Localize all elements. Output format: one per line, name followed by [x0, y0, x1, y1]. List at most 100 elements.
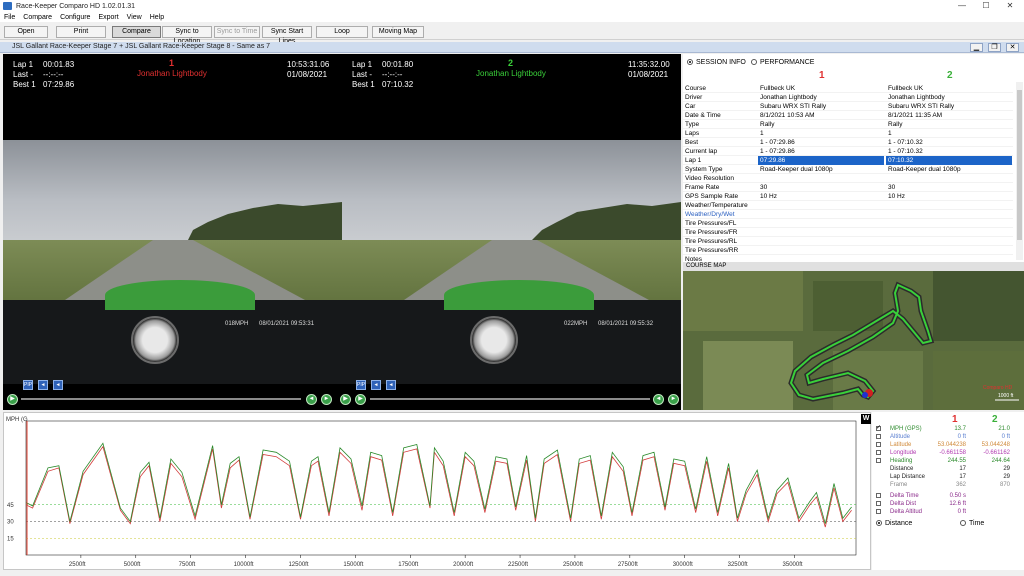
session-row-value-1: 8/1/2021 10:53 AM: [760, 112, 815, 119]
channel-checkbox[interactable]: [876, 501, 881, 506]
play-button-1[interactable]: ▶: [7, 394, 18, 405]
data-channel-row[interactable]: Frame 362 870: [872, 481, 1024, 489]
play-button-2[interactable]: ▶: [355, 394, 366, 405]
session-row[interactable]: Weather/Dry/Wet: [683, 210, 1013, 219]
data-channel-row[interactable]: Lap Distance 17 29: [872, 473, 1024, 481]
doc-restore-button[interactable]: ❐: [988, 43, 1001, 52]
session-row[interactable]: Current lap 1 - 07:29.86 1 - 07:10.32: [683, 147, 1013, 156]
session-row[interactable]: Tire Pressures/RR: [683, 246, 1013, 255]
session-row[interactable]: Car Subaru WRX STI Rally Subaru WRX STI Ra…: [683, 102, 1013, 111]
session-row[interactable]: Lap 1 07:29.86 07:10.32: [683, 156, 1013, 165]
channel-checkbox[interactable]: [876, 442, 881, 447]
car-marker-2: [862, 392, 868, 398]
channel-name: Longitude: [890, 450, 917, 456]
channel-checkbox[interactable]: [876, 450, 881, 455]
session-row[interactable]: System Type Road-Keeper dual 1080p Road-Ke…: [683, 165, 1013, 174]
data-channel-row[interactable]: Altitude 0 ft 0 ft: [872, 433, 1024, 441]
data-channel-row[interactable]: Longitude -0.661158 -0.661162: [872, 449, 1024, 457]
session-row[interactable]: Best 1 - 07:29.86 1 - 07:10.32: [683, 138, 1013, 147]
x-tick-label: 15000ft: [343, 562, 363, 568]
data-channel-row[interactable]: Heading 244.55 244.64: [872, 457, 1024, 465]
radio-performance[interactable]: PERFORMANCE: [751, 59, 814, 66]
moving-map-button[interactable]: Moving Map: [372, 26, 424, 38]
print-button[interactable]: Print: [56, 26, 106, 38]
doc-close-button[interactable]: ✕: [1006, 43, 1019, 52]
session-row-value-2: Road-Keeper dual 1080p: [888, 166, 961, 173]
play-both-button[interactable]: ▶: [340, 394, 351, 405]
timeline-slider-2[interactable]: [370, 398, 650, 400]
timeline-slider-1[interactable]: [21, 398, 301, 400]
channel-value-1: 13.7: [954, 426, 966, 432]
channel-checkbox[interactable]: [876, 434, 881, 439]
pip-icon-2[interactable]: PIP: [356, 380, 366, 390]
radio-distance[interactable]: Distance: [876, 520, 912, 527]
data-channel-row[interactable]: MPH (GPS) 13.7 21.0: [872, 424, 1024, 433]
audio-icon-2b[interactable]: ◄: [386, 380, 396, 390]
session-row[interactable]: GPS Sample Rate 10 Hz 10 Hz: [683, 192, 1013, 201]
menu-export[interactable]: Export: [98, 14, 118, 21]
data-channel-row[interactable]: Delta Dist 12.6 ft: [872, 500, 1024, 508]
step-forward-button-1[interactable]: ►: [321, 394, 332, 405]
data-channel-row[interactable]: Delta Altitud 0 ft: [872, 508, 1024, 516]
course-map[interactable]: Comparo HD 1000 ft: [683, 271, 1024, 410]
audio-icon-2[interactable]: ◄: [371, 380, 381, 390]
session-row[interactable]: Course Fullbeck UK Fullbeck UK: [683, 84, 1013, 93]
channel-checkbox[interactable]: [876, 458, 881, 463]
data-channel-row[interactable]: Latitude 53.044238 53.044248: [872, 441, 1024, 449]
menu-view[interactable]: View: [127, 14, 142, 21]
menu-configure[interactable]: Configure: [60, 14, 90, 21]
session-row-key: GPS Sample Rate: [685, 193, 739, 200]
session-row[interactable]: Video Resolution: [683, 174, 1013, 183]
camera-view-1: 018MPH 08/01/2021 09:53:31: [3, 140, 342, 384]
compare-button[interactable]: Compare: [112, 26, 161, 38]
w-button[interactable]: W: [861, 414, 871, 424]
session-row-key: System Type: [685, 166, 723, 173]
telemetry-chart[interactable]: 15 30 45 2500ft 5000ft 7500ft 10000ft 12500ft 15…: [4, 413, 870, 569]
sync-location-button[interactable]: Sync to Location: [162, 26, 212, 45]
session-row-key: Tire Pressures/FR: [685, 229, 738, 236]
session-row-key: Type: [685, 121, 700, 128]
sync-start-lines-button[interactable]: Sync Start Lines: [262, 26, 312, 45]
session-row[interactable]: Type Rally Rally: [683, 120, 1013, 129]
channel-name: Delta Dist: [890, 501, 917, 507]
clock-time-2: 11:35:32.00: [628, 60, 670, 69]
pip-icon-1[interactable]: PIP: [23, 380, 33, 390]
step-forward-button-2[interactable]: ►: [668, 394, 679, 405]
close-button[interactable]: ✕: [998, 0, 1022, 12]
menu-help[interactable]: Help: [150, 14, 164, 21]
session-row[interactable]: Date & Time 8/1/2021 10:53 AM 8/1/2021 11:…: [683, 111, 1013, 120]
session-row[interactable]: Driver Jonathan Lightbody Jonathan Lightbo…: [683, 93, 1013, 102]
session-row[interactable]: Tire Pressures/FR: [683, 228, 1013, 237]
session-row[interactable]: Tire Pressures/RL: [683, 237, 1013, 246]
radio-session-info[interactable]: SESSION INFO: [687, 59, 746, 66]
doc-minimize-button[interactable]: ▁: [970, 43, 983, 52]
session-row[interactable]: Tire Pressures/FL: [683, 219, 1013, 228]
session-row[interactable]: Laps 1 1: [683, 129, 1013, 138]
channel-checkbox[interactable]: [876, 509, 881, 514]
step-back-button-2[interactable]: ◄: [653, 394, 664, 405]
channel-value-1: 0 ft: [957, 509, 966, 515]
open-button[interactable]: Open: [4, 26, 48, 38]
audio-icon-1b[interactable]: ◄: [53, 380, 63, 390]
course-map-panel: COURSE MAP Comparo HD 1000 ft: [683, 262, 1024, 410]
data-channel-row[interactable]: Distance 17 29: [872, 465, 1024, 473]
channel-checkbox[interactable]: [876, 424, 881, 432]
minimize-button[interactable]: —: [950, 0, 974, 12]
channel-checkbox[interactable]: [876, 493, 881, 498]
data-channel-row[interactable]: Delta Time 0.50 s: [872, 492, 1024, 500]
step-back-button-1[interactable]: ◄: [306, 394, 317, 405]
audio-icon-1[interactable]: ◄: [38, 380, 48, 390]
session-row[interactable]: Frame Rate 30 30: [683, 183, 1013, 192]
channel-name: Lap Distance: [890, 474, 926, 480]
session-row-value-1: 1: [760, 130, 764, 137]
radio-time[interactable]: Time: [960, 520, 984, 527]
menu-file[interactable]: File: [4, 14, 15, 21]
loop-button[interactable]: Loop: [316, 26, 368, 38]
session-row[interactable]: Weather/Temperature: [683, 201, 1013, 210]
channel-value-1: 0.50 s: [949, 493, 966, 499]
cam-overlay-date-2: 08/01/2021 09:55:32: [598, 321, 654, 327]
menu-compare[interactable]: Compare: [23, 14, 52, 21]
sync-time-button[interactable]: Sync to Time: [214, 26, 260, 38]
maximize-button[interactable]: ☐: [974, 0, 998, 12]
session-scrollbar[interactable]: [1016, 82, 1023, 260]
